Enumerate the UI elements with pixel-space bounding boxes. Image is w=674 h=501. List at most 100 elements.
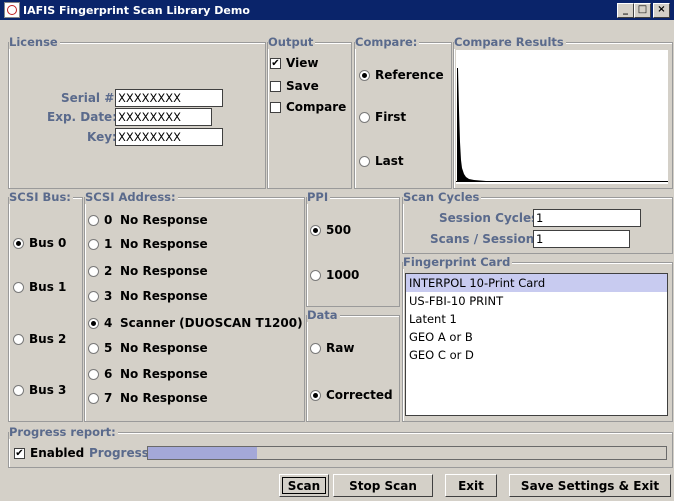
progress-report-legend: Progress report: <box>9 425 118 439</box>
compare-last-radio[interactable]: Last <box>359 154 404 168</box>
checkbox-icon <box>270 101 281 113</box>
compare-reference-radio[interactable]: Reference <box>359 68 444 82</box>
progress-enabled-label: Enabled <box>30 446 85 460</box>
close-button[interactable]: × <box>653 3 670 18</box>
bus-0-radio[interactable]: Bus 0 <box>13 236 66 250</box>
ppi-group: PPI <box>306 190 400 307</box>
bus-3-radio[interactable]: Bus 3 <box>13 383 66 397</box>
compare-first-radio[interactable]: First <box>359 110 406 124</box>
scsi-address-5-radio[interactable]: 5 No Response <box>88 341 208 355</box>
list-item[interactable]: GEO A or B <box>406 328 667 346</box>
scsi-address-label: No Response <box>120 237 208 251</box>
scsi-address-label: No Response <box>120 367 208 381</box>
scsi-address-number: 2 <box>104 264 113 278</box>
key-label: Key: <box>87 130 117 144</box>
scsi-address-label: No Response <box>120 391 208 405</box>
stop-scan-button[interactable]: Stop Scan <box>333 474 433 497</box>
scsi-address-4-radio[interactable]: 4 Scanner (DUOSCAN T1200) <box>88 316 303 330</box>
scsi-address-label: Scanner (DUOSCAN T1200) <box>120 316 303 330</box>
radio-icon <box>88 265 99 277</box>
scsi-address-1-radio[interactable]: 1 No Response <box>88 237 208 251</box>
checkbox-icon: ✔ <box>270 57 281 69</box>
scan-button[interactable]: Scan <box>279 474 329 497</box>
radio-selected-icon <box>13 237 24 249</box>
progress-label: Progress: <box>89 446 154 460</box>
checkbox-icon <box>270 80 281 92</box>
radio-icon <box>88 392 99 404</box>
scsi-address-group: SCSI Address: <box>84 190 305 422</box>
list-item[interactable]: US-FBI-10 PRINT <box>406 292 667 310</box>
scsi-address-number: 5 <box>104 341 113 355</box>
radio-icon <box>88 238 99 250</box>
ppi-1000-label: 1000 <box>326 268 360 282</box>
scsi-bus-legend: SCSI Bus: <box>9 190 73 204</box>
scan-cycles-legend: Scan Cycles <box>403 190 482 204</box>
session-cycles-field[interactable]: 1 <box>533 209 641 227</box>
progress-enabled-checkbox[interactable]: ✔ Enabled <box>14 446 84 460</box>
exp-date-label: Exp. Date: <box>47 110 117 124</box>
output-view-label: View <box>286 56 319 70</box>
output-compare-checkbox[interactable]: Compare <box>270 100 346 114</box>
ppi-1000-radio[interactable]: 1000 <box>310 268 359 282</box>
radio-icon <box>88 214 99 226</box>
ppi-500-radio[interactable]: 500 <box>310 223 351 237</box>
compare-results-plot <box>456 50 668 184</box>
scsi-address-number: 7 <box>104 391 113 405</box>
progress-bar <box>147 446 667 460</box>
histogram-spike <box>457 68 667 181</box>
list-item[interactable]: INTERPOL 10-Print Card <box>406 274 667 292</box>
data-raw-label: Raw <box>326 341 355 355</box>
radio-icon <box>310 269 321 281</box>
scsi-address-label: No Response <box>120 341 208 355</box>
scsi-address-label: No Response <box>120 213 208 227</box>
compare-results-legend: Compare Results <box>454 35 566 49</box>
bus-0-label: Bus 0 <box>29 236 67 250</box>
radio-selected-icon <box>310 389 321 401</box>
scsi-address-6-radio[interactable]: 6 No Response <box>88 367 208 381</box>
bus-1-label: Bus 1 <box>29 280 67 294</box>
ppi-legend: PPI <box>307 190 331 204</box>
serial-field[interactable]: XXXXXXXX <box>115 89 223 107</box>
radio-selected-icon <box>359 69 370 81</box>
data-raw-radio[interactable]: Raw <box>310 341 354 355</box>
scsi-address-7-radio[interactable]: 7 No Response <box>88 391 208 405</box>
compare-last-label: Last <box>375 154 404 168</box>
output-legend: Output <box>268 35 316 49</box>
minimize-button[interactable]: _ <box>617 3 634 18</box>
fingerprint-card-list[interactable]: INTERPOL 10-Print Card US-FBI-10 PRINT L… <box>405 273 668 416</box>
list-item[interactable]: Latent 1 <box>406 310 667 328</box>
radio-icon <box>359 111 370 123</box>
compare-reference-label: Reference <box>375 68 444 82</box>
output-save-checkbox[interactable]: Save <box>270 79 319 93</box>
radio-selected-icon <box>88 317 99 329</box>
scsi-address-2-radio[interactable]: 2 No Response <box>88 264 208 278</box>
exit-button[interactable]: Exit <box>445 474 497 497</box>
bus-2-radio[interactable]: Bus 2 <box>13 332 66 346</box>
data-corrected-radio[interactable]: Corrected <box>310 388 393 402</box>
compare-first-label: First <box>375 110 407 124</box>
radio-icon <box>13 281 24 293</box>
list-item[interactable]: GEO C or D <box>406 346 667 364</box>
license-legend: License <box>9 35 60 49</box>
scsi-address-legend: SCSI Address: <box>85 190 178 204</box>
scsi-address-0-radio[interactable]: 0 No Response <box>88 213 208 227</box>
serial-label: Serial #: <box>61 91 120 105</box>
data-corrected-label: Corrected <box>326 388 393 402</box>
output-view-checkbox[interactable]: ✔ View <box>270 56 318 70</box>
scsi-address-3-radio[interactable]: 3 No Response <box>88 289 208 303</box>
scans-per-session-field[interactable]: 1 <box>533 230 630 248</box>
key-field[interactable]: XXXXXXXX <box>115 128 223 146</box>
checkbox-icon: ✔ <box>14 447 25 459</box>
radio-icon <box>13 384 24 396</box>
maximize-button[interactable]: □ <box>634 3 651 18</box>
exp-date-field[interactable]: XXXXXXXX <box>115 108 212 126</box>
scsi-address-label: No Response <box>120 289 208 303</box>
scans-per-session-label: Scans / Session: <box>430 232 540 246</box>
bus-1-radio[interactable]: Bus 1 <box>13 280 66 294</box>
title-bar: IAFIS Fingerprint Scan Library Demo <box>0 0 674 20</box>
ppi-500-label: 500 <box>326 223 352 237</box>
data-group: Data <box>306 308 400 422</box>
save-settings-exit-button[interactable]: Save Settings & Exit <box>509 474 671 497</box>
window-title: IAFIS Fingerprint Scan Library Demo <box>23 3 250 17</box>
scsi-address-number: 6 <box>104 367 113 381</box>
